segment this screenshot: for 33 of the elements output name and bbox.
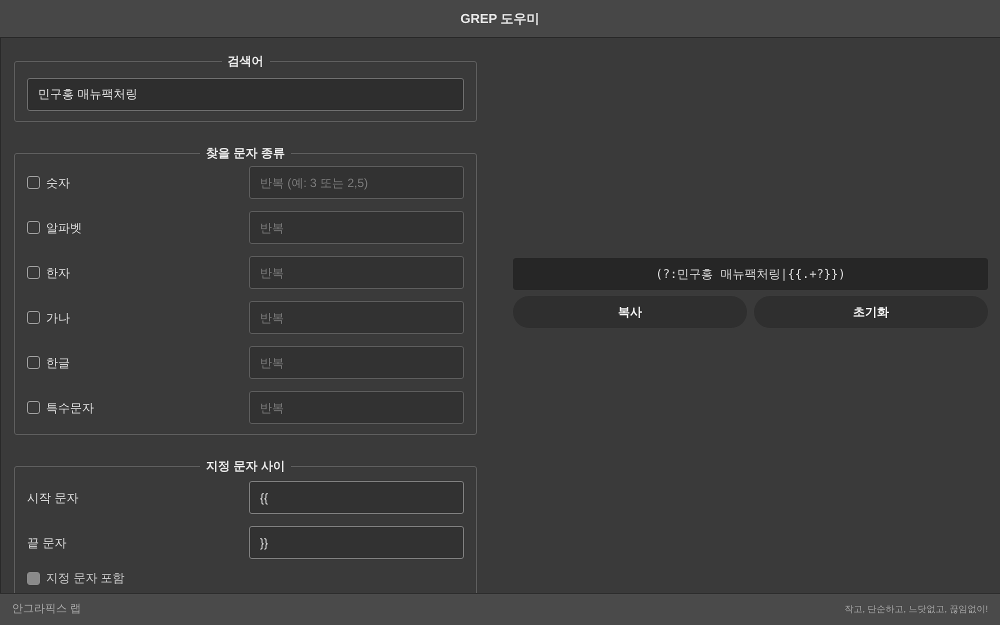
checkbox-label: 한자 — [46, 264, 70, 282]
group-title: 지정 문자 사이 — [205, 458, 286, 475]
group-title: 검색어 — [226, 53, 264, 70]
repeat-field[interactable]: 반복 — [249, 301, 464, 334]
checkbox[interactable] — [27, 311, 40, 324]
checkbox-label: 알파벳 — [46, 220, 82, 236]
result-field[interactable]: (?:민구홍 매뉴팩처링|{{.+?}}) — [513, 258, 988, 290]
repeat-field[interactable]: 반복 — [249, 256, 464, 289]
text-field[interactable]: }} — [249, 526, 464, 559]
repeat-field[interactable]: 반복 — [249, 391, 464, 424]
checkbox-label: 숫자 — [46, 174, 70, 192]
window-title: GREP 도우미 — [460, 10, 540, 28]
checkbox[interactable] — [27, 401, 40, 414]
checkbox-label: 가나 — [46, 310, 70, 326]
checkbox[interactable] — [27, 221, 40, 234]
search-field[interactable]: 민구홍 매뉴팩처링 — [27, 78, 464, 111]
field-label: 끝 문자 — [27, 534, 66, 552]
checkbox-label: 지정 문자 포함 — [46, 570, 125, 587]
checkbox-label: 한글 — [46, 354, 70, 372]
repeat-field[interactable]: 반복 — [249, 211, 464, 244]
action-button[interactable]: 복사 — [513, 296, 747, 328]
repeat-field[interactable]: 반복 — [249, 346, 464, 379]
tagline: 작고, 단순하고, 느닷없고, 끊임없이! — [844, 602, 988, 616]
checkbox-label: 특수문자 — [46, 400, 94, 416]
field-label: 시작 문자 — [27, 490, 78, 506]
brand-label: 안그라픽스 랩 — [12, 602, 82, 618]
checkbox[interactable] — [27, 266, 40, 279]
repeat-field[interactable]: 반복 (예: 3 또는 2,5) — [249, 166, 464, 199]
text-field[interactable]: {{ — [249, 481, 464, 514]
action-button[interactable]: 초기화 — [754, 296, 988, 328]
checkbox[interactable] — [27, 176, 40, 189]
group-title: 찾을 문자 종류 — [205, 145, 286, 162]
checkbox[interactable] — [27, 356, 40, 369]
